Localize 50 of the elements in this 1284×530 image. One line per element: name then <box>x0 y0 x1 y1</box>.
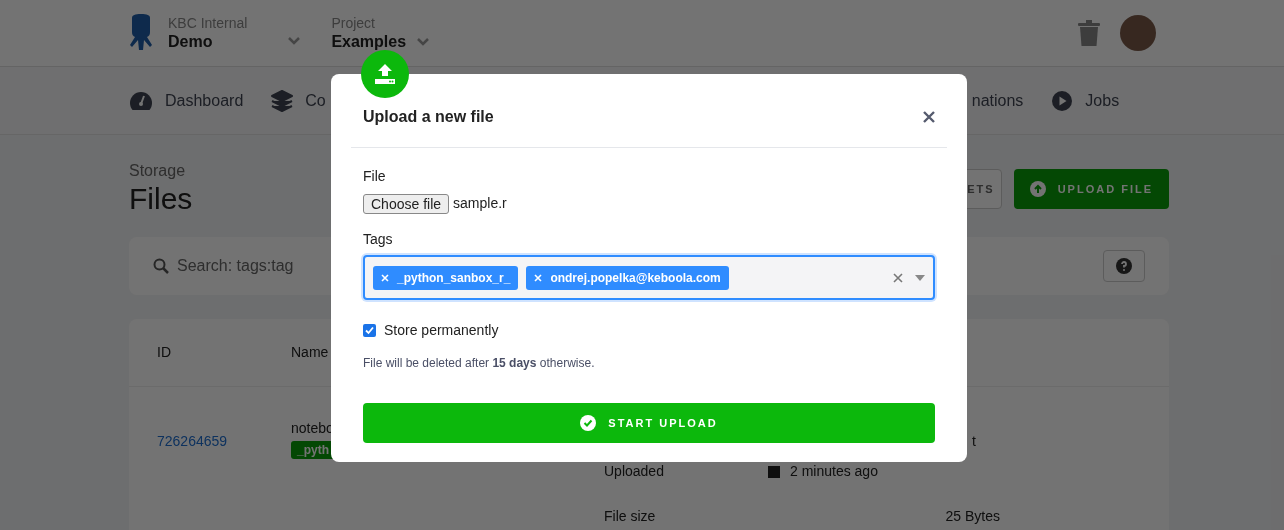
tag-chip: _python_sanbox_r_ <box>373 265 519 290</box>
search-field[interactable]: Search: tags:tag <box>177 254 294 278</box>
caret-icon[interactable] <box>915 274 925 281</box>
tag-label: _pyth <box>291 441 335 459</box>
octopus-logo-icon <box>128 14 154 52</box>
help-button[interactable] <box>1103 250 1145 282</box>
start-upload-button[interactable]: START UPLOAD <box>363 403 935 443</box>
page-title: Files <box>129 181 193 217</box>
column-header: ID <box>157 343 172 362</box>
breadcrumb[interactable]: Storage <box>129 161 193 181</box>
checkbox[interactable] <box>363 324 376 337</box>
gauge-icon <box>129 89 153 112</box>
chevron-down-icon[interactable] <box>287 36 302 46</box>
detail-value: 2 minutes ago <box>790 462 878 481</box>
dialog-title: Upload a new file <box>363 106 494 127</box>
checkbox-label: Store permanently <box>384 321 499 340</box>
layers-icon <box>271 89 294 112</box>
cell-text: t <box>972 432 976 451</box>
detail-label: File size <box>604 507 657 526</box>
remove-icon[interactable] <box>534 273 543 282</box>
org-name[interactable]: Demo <box>168 32 248 52</box>
chevron-down-icon[interactable] <box>416 37 431 47</box>
square-icon <box>768 465 780 478</box>
play-icon <box>1051 89 1074 112</box>
file-id-link[interactable]: 726264659 <box>157 431 291 527</box>
detail-value: 25 Bytes <box>945 507 1000 526</box>
check-circle-icon <box>580 415 597 431</box>
file-name: sample.r <box>453 194 507 213</box>
field-label: File <box>363 167 387 186</box>
clear-icon[interactable] <box>893 272 903 283</box>
search-icon <box>153 258 169 274</box>
column-header: Name <box>291 343 329 362</box>
choose-file-button[interactable]: Choose file <box>363 193 450 214</box>
remove-icon[interactable] <box>381 273 389 282</box>
field-label: Tags <box>363 230 394 249</box>
upload-file-button[interactable]: UPLOAD FILE <box>1013 169 1169 209</box>
arrow-up-circle-icon <box>1029 181 1046 197</box>
detail-label: Uploaded <box>604 462 665 481</box>
nav-item[interactable]: Co <box>305 88 326 113</box>
help-text: File will be deleted after 15 days otherwise. <box>363 355 596 372</box>
project-name[interactable]: Examples <box>331 32 407 52</box>
close-icon[interactable] <box>923 110 935 123</box>
tags-select[interactable]: _python_sanbox_r_ ondrej.popelka@keboola.com <box>363 255 935 300</box>
nav-item[interactable]: nations <box>971 88 1024 113</box>
trash-icon[interactable] <box>1078 20 1100 46</box>
help-icon <box>1116 258 1132 274</box>
tag-chip: ondrej.popelka@keboola.com <box>526 265 729 290</box>
nav-item[interactable]: Jobs <box>1085 88 1120 113</box>
avatar[interactable] <box>1120 15 1156 51</box>
nav-item[interactable]: Dashboard <box>165 88 244 113</box>
